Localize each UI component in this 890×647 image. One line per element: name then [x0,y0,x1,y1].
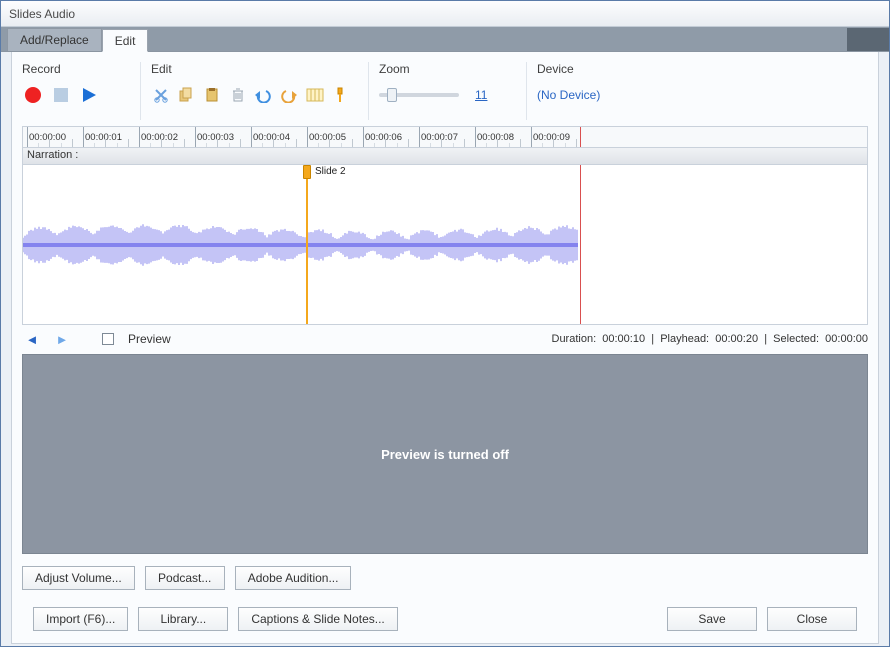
ruler-tick-label: 00:00:07 [421,132,458,143]
ruler-tick-label: 00:00:03 [197,132,234,143]
end-marker [580,165,581,325]
adjust-volume-button[interactable]: Adjust Volume... [22,566,135,590]
edit-buttons-row: Adjust Volume... Podcast... Adobe Auditi… [22,566,868,590]
ruler-tick-label: 00:00:02 [141,132,178,143]
slide-marker-label: Slide 2 [315,166,346,177]
dialog-buttons-row: Import (F6)... Library... Captions & Sli… [33,607,857,631]
ruler-tick-label: 00:00:06 [365,132,402,143]
tabs-row: Add/Replace Edit [1,27,889,52]
preview-area: Preview is turned off [22,354,868,554]
window-title: Slides Audio [9,7,75,21]
zoom-slider-thumb[interactable] [387,88,397,102]
tab-edit[interactable]: Edit [102,29,149,52]
group-label-zoom: Zoom [379,62,508,76]
marker-icon[interactable] [330,84,350,106]
tab-label: Add/Replace [20,33,89,47]
device-select[interactable]: (No Device) [537,88,600,102]
titlebar: Slides Audio [1,1,889,27]
group-label-edit: Edit [151,62,350,76]
ruler-tick-label: 00:00:04 [253,132,290,143]
playhead-handle[interactable] [303,165,311,179]
group-label-device: Device [537,62,646,76]
timeline-ruler[interactable]: 00:00:00 00:00:01 00:00:02 00:00:03 00:00:04… [22,126,868,148]
tab-add-replace[interactable]: Add/Replace [7,28,102,51]
edit-panel: Record Edit [11,52,879,644]
undo-icon[interactable] [254,84,274,106]
audio-track[interactable]: Slide 2 [22,165,868,325]
paste-icon[interactable] [202,84,222,106]
narration-header: Narration : [22,148,868,165]
status-row: ◄ ► Preview Duration: 00:00:10 | Playhea… [22,328,868,350]
podcast-button[interactable]: Podcast... [145,566,225,590]
ruler-tick-label: 00:00:00 [29,132,66,143]
insert-silence-icon[interactable] [305,84,325,106]
tabs-overflow [847,28,889,51]
close-button[interactable]: Close [767,607,857,631]
ruler-tick-label: 00:00:08 [477,132,514,143]
next-arrow-icon[interactable]: ► [52,332,72,347]
toolbar-groups: Record Edit [22,62,868,120]
preview-checkbox[interactable] [102,333,114,345]
prev-arrow-icon[interactable]: ◄ [22,332,42,347]
library-button[interactable]: Library... [138,607,228,631]
ruler-tick-label: 00:00:05 [309,132,346,143]
zoom-slider[interactable] [379,93,459,97]
preview-checkbox-label: Preview [128,332,171,346]
redo-icon[interactable] [279,84,299,106]
cut-icon[interactable] [151,84,171,106]
stop-button[interactable] [50,84,72,106]
waveform [23,223,578,267]
copy-icon[interactable] [177,84,197,106]
zoom-value[interactable]: 11 [475,88,487,102]
adobe-audition-button[interactable]: Adobe Audition... [235,566,352,590]
playhead-line[interactable] [306,165,308,325]
ruler-tick-label: 00:00:09 [533,132,570,143]
group-label-record: Record [22,62,122,76]
record-button[interactable] [22,84,44,106]
save-button[interactable]: Save [667,607,757,631]
play-button[interactable] [78,84,100,106]
captions-button[interactable]: Captions & Slide Notes... [238,607,397,631]
import-button[interactable]: Import (F6)... [33,607,128,631]
delete-icon[interactable] [228,84,248,106]
preview-off-message: Preview is turned off [381,447,509,462]
status-readout: Duration: 00:00:10 | Playhead: 00:00:20 … [552,333,869,345]
tab-label: Edit [115,34,136,48]
ruler-tick-label: 00:00:01 [85,132,122,143]
slides-audio-window: Slides Audio Add/Replace Edit Record [0,0,890,647]
